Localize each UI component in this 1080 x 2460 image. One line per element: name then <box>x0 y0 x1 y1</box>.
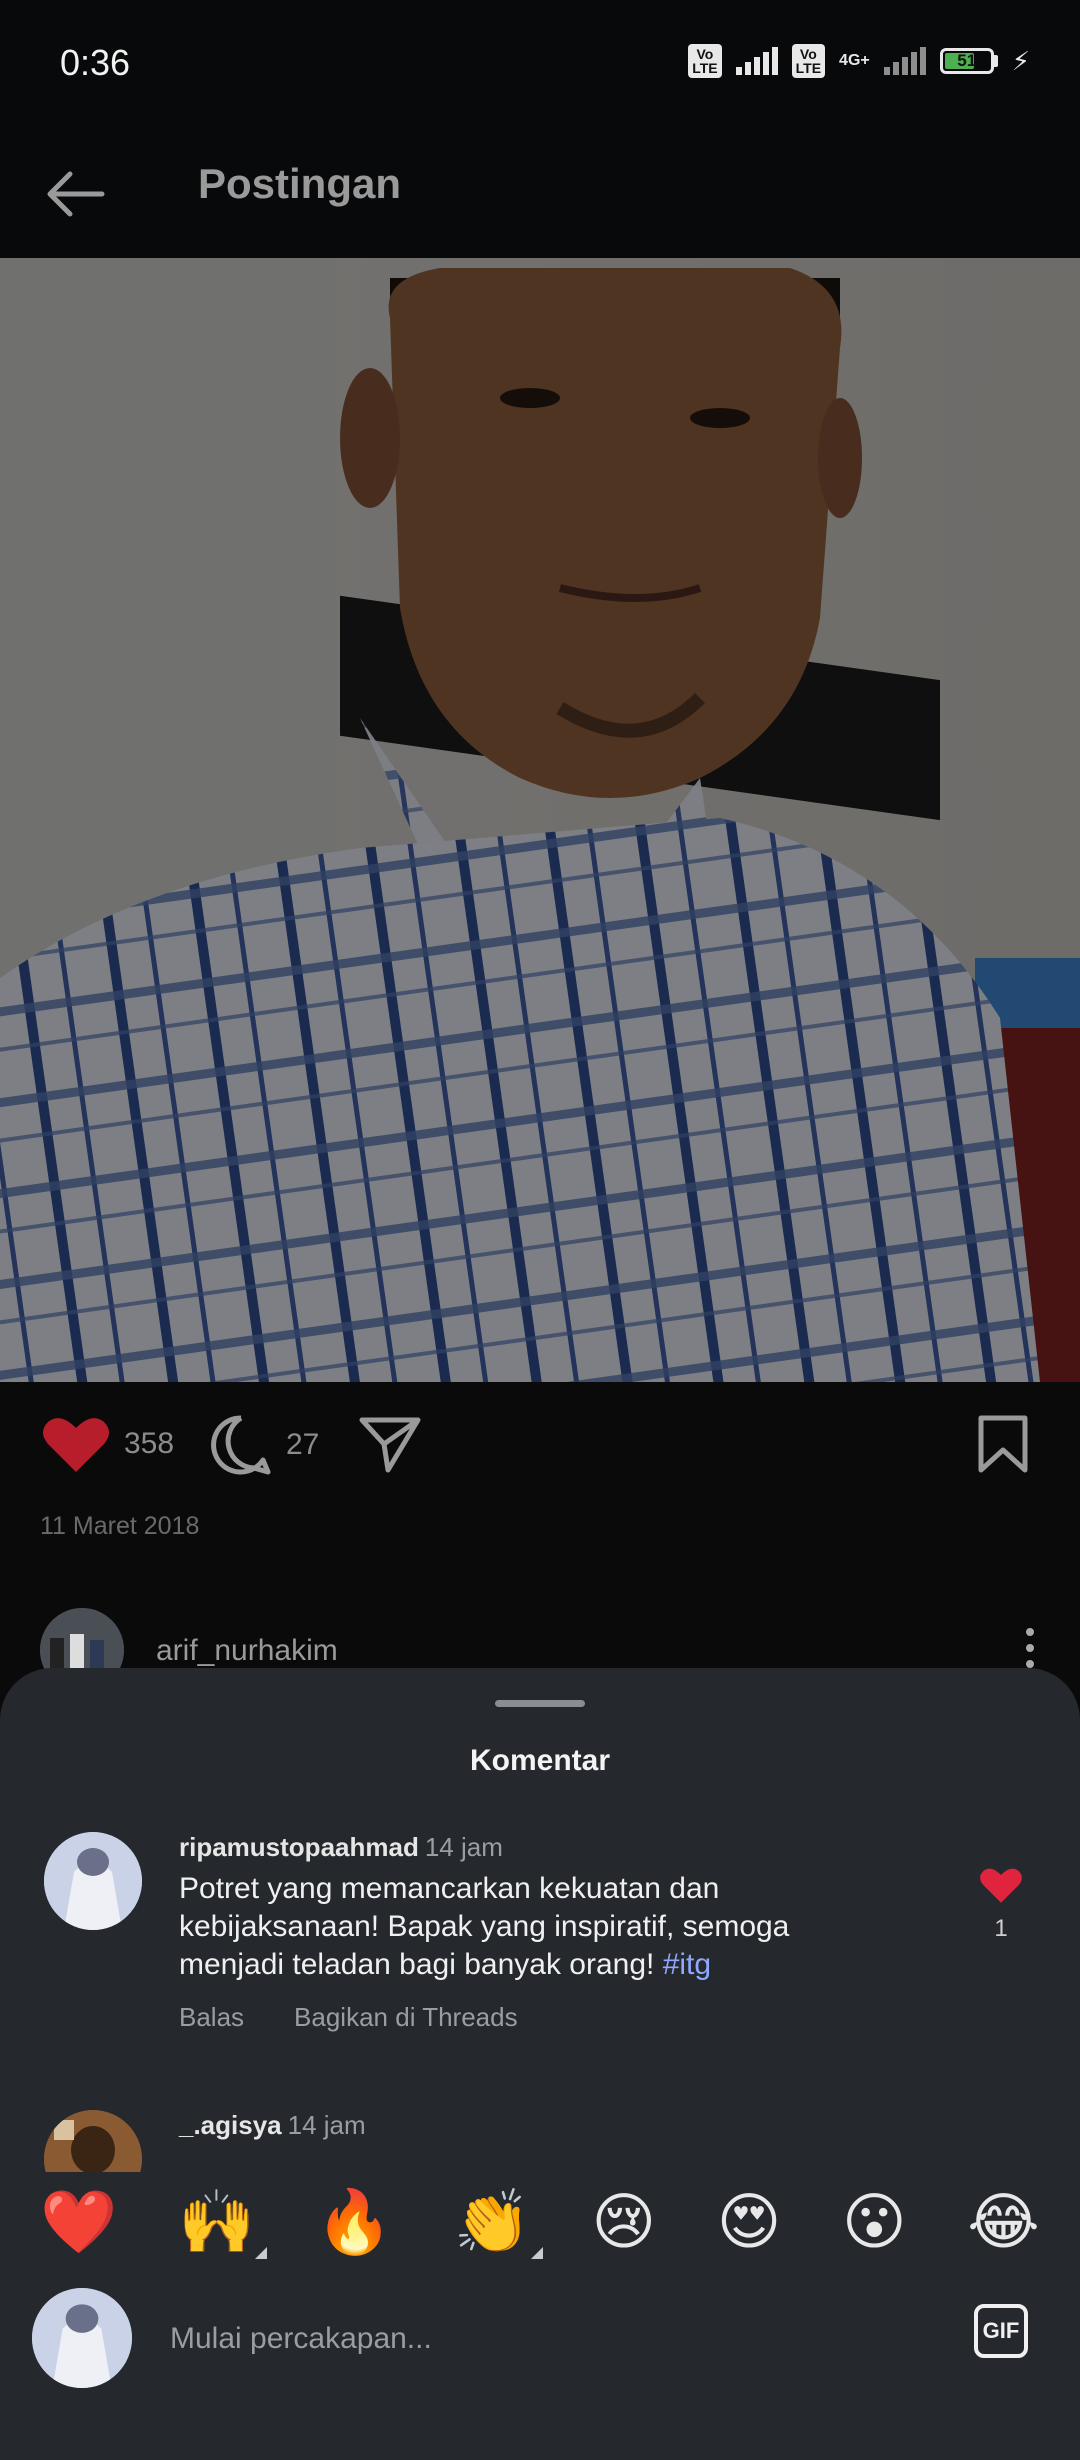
avatar-image <box>44 1832 142 1930</box>
post-photo[interactable] <box>0 258 1080 1382</box>
emoji-crying[interactable]: 😢 <box>591 2187 656 2257</box>
comment-username-text: ripamustopaahmad <box>179 1832 419 1862</box>
status-time: 0:36 <box>60 42 131 83</box>
comment-like-count: 1 <box>994 1915 1008 1942</box>
bookmark-icon <box>978 1415 1028 1473</box>
heart-icon <box>980 1868 1022 1903</box>
send-icon <box>359 1417 421 1473</box>
comment-input[interactable]: Mulai percakapan... <box>170 2322 432 2356</box>
author-username[interactable]: arif_nurhakim <box>156 1634 338 1668</box>
network-type: 4G+ <box>839 52 870 69</box>
skin-tone-indicator <box>255 2247 268 2259</box>
heart-icon <box>43 1418 109 1472</box>
volte-badge: Vo LTE <box>688 44 722 78</box>
emoji-laughing[interactable]: 😂 <box>967 2187 1039 2257</box>
comment-composer: Mulai percakapan... GIF <box>0 2272 1080 2418</box>
avatar[interactable] <box>44 1832 142 1930</box>
gif-button[interactable]: GIF <box>974 2304 1028 2358</box>
save-button[interactable] <box>976 1414 1030 1474</box>
share-threads-button[interactable]: Bagikan di Threads <box>294 2002 518 2033</box>
emoji-fire[interactable]: 🔥 <box>316 2187 393 2257</box>
share-button[interactable] <box>358 1414 422 1474</box>
comment-username-text: _.agisya <box>179 2110 282 2140</box>
signal-icon-2 <box>883 47 926 75</box>
reply-button[interactable]: Balas <box>179 2002 244 2033</box>
sheet-title: Komentar <box>469 1744 611 1777</box>
battery-level: 51 <box>957 51 977 70</box>
system-nav-area <box>0 2418 1080 2460</box>
portrait-image <box>0 258 1080 1382</box>
page-title: Postingan <box>198 160 402 207</box>
battery-icon: 51 <box>939 48 998 74</box>
emoji-heart-eyes[interactable]: 😍 <box>717 2187 782 2257</box>
back-button[interactable] <box>40 156 116 232</box>
avatar <box>32 2288 132 2388</box>
emoji-clapping[interactable]: 👏 <box>453 2185 543 2259</box>
comment-button[interactable]: 27 <box>210 1414 319 1476</box>
skin-tone-indicator <box>530 2247 543 2259</box>
emoji-clapping-glyph: 👏 <box>453 2185 531 2258</box>
comment-icon <box>211 1415 271 1475</box>
avatar[interactable] <box>44 2110 142 2172</box>
emoji-surprised[interactable]: 😮 <box>842 2187 907 2257</box>
volte-badge-2: Vo LTE <box>791 44 826 78</box>
emoji-raising-hands-glyph: 🙌 <box>178 2185 256 2258</box>
charging-icon: ⚡ <box>1011 45 1030 76</box>
comment-time: 14 jam <box>287 2110 366 2140</box>
hashtag-link[interactable]: #itg <box>663 1948 711 1981</box>
avatar-image <box>44 2110 142 2172</box>
like-button[interactable]: 358 <box>42 1414 174 1474</box>
post-actions: 358 27 <box>0 1382 1080 1512</box>
emoji-heart[interactable]: ❤️ <box>40 2187 117 2257</box>
status-bar: 0:36 Vo LTE Vo LTE 4G+ 51 ⚡ <box>0 0 1080 130</box>
comment-username[interactable]: ripamustopaahmad 14 jam <box>179 1832 503 1863</box>
app-header: Postingan <box>0 130 1080 258</box>
arrow-left-icon <box>47 171 105 217</box>
emoji-reaction-bar: ❤️ 🙌 🔥 👏 😢 😍 😮 😂 <box>0 2172 1080 2272</box>
status-icons: Vo LTE Vo LTE 4G+ 51 ⚡ <box>688 44 1030 78</box>
comment-username[interactable]: _.agisya 14 jam <box>179 2110 366 2141</box>
drag-handle[interactable] <box>495 1700 585 1707</box>
signal-icon <box>735 47 778 75</box>
comment-item: _.agisya 14 jam <box>0 2110 1080 2172</box>
comment-time: 14 jam <box>424 1832 503 1862</box>
comment-like-button[interactable]: 1 <box>976 1866 1026 1943</box>
comment-text: Potret yang memancarkan kekuatan dan keb… <box>179 1870 899 1984</box>
emoji-raising-hands[interactable]: 🙌 <box>178 2185 268 2259</box>
avatar-image <box>32 2288 132 2388</box>
comment-actions: Balas Bagikan di Threads <box>179 2002 518 2033</box>
post-date: 11 Maret 2018 <box>40 1512 200 1540</box>
comment-count: 27 <box>286 1428 320 1461</box>
like-count: 358 <box>124 1427 175 1460</box>
